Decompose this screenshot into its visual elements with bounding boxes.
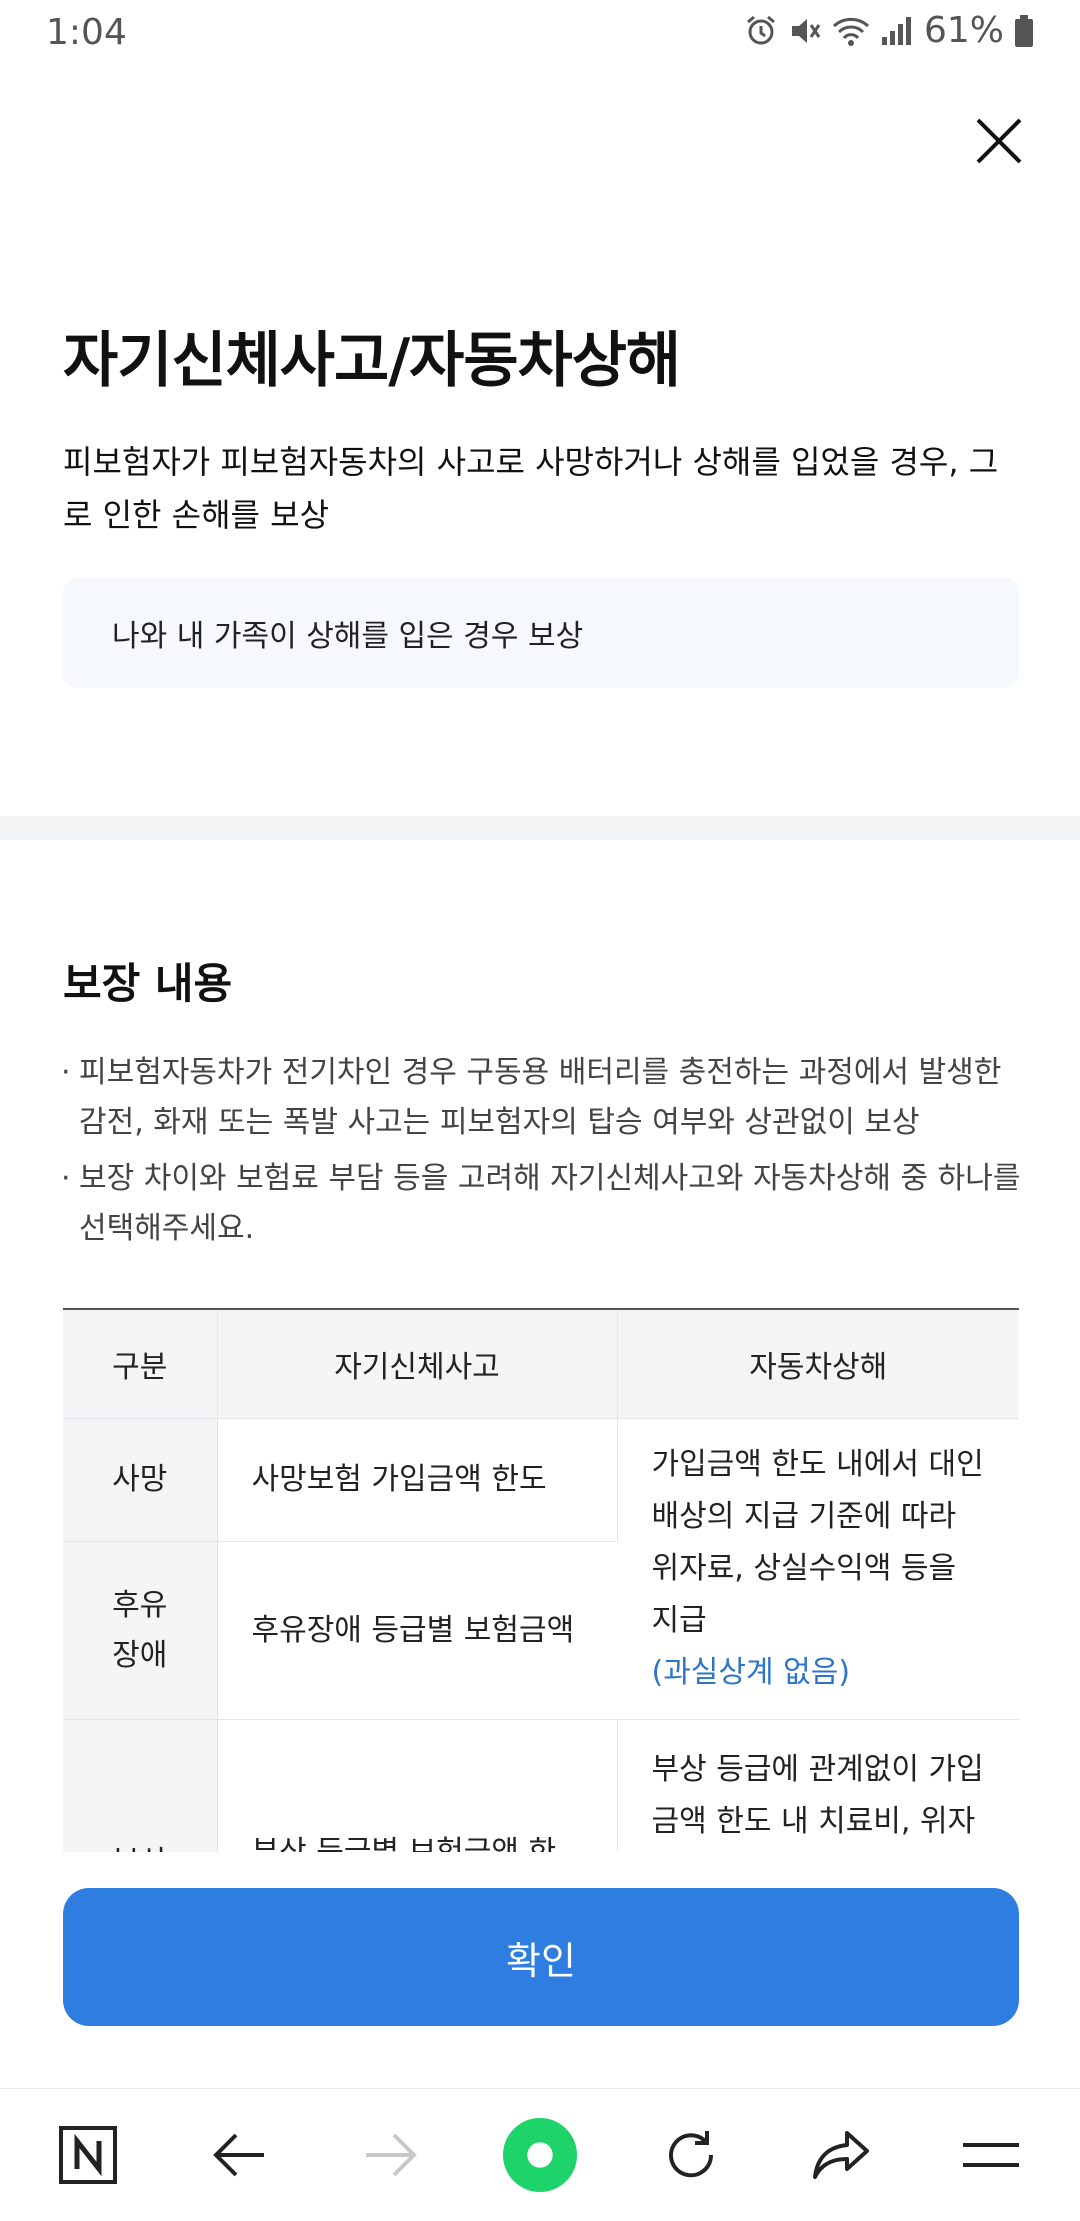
home-dot-icon [502,2117,578,2193]
modal-title: 자기신체사고/자동차상해 [63,326,681,396]
coverage-bullets: 피보험자동차가 전기차인 경우 구동용 배터리를 충전하는 과정에서 발생한 감… [61,1048,1023,1260]
mute-icon [791,18,821,43]
menu-button[interactable] [953,2117,1029,2193]
status-bar: 1:04 61% [0,0,1080,66]
green-dot-button[interactable] [502,2117,578,2193]
table-row: 사망 사망보험 가입금액 한도 가입금액 한도 내에서 대인배상의 지급 기준에… [63,1418,1019,1720]
battery-icon [1015,14,1033,47]
no-negligence-note: (과실상계 없음) [651,1655,851,1690]
table-header-row: 구분 자기신체사고 자동차상해 [63,1309,1019,1419]
info-note: 나와 내 가족이 상해를 입은 경우 보상 [63,578,1019,688]
table-row: 부상 부상 등급별 보험금액 한도 내 실제 치료비 부상 등급에 관계없이 가… [63,1719,1019,1852]
alarm-icon [747,15,775,44]
bullet-item: 피보험자동차가 전기차인 경우 구동용 배터리를 충전하는 과정에서 발생한 감… [61,1048,1023,1148]
cell-injury-self: 부상 등급별 보험금액 한도 내 실제 치료비 [217,1719,618,1852]
back-arrow-icon [213,2133,264,2177]
naver-home-button[interactable] [50,2117,126,2193]
cell-death-disability-auto: 가입금액 한도 내에서 대인배상의 지급 기준에 따라 위자료, 상실수익액 등… [617,1418,1019,1720]
battery-percent: 61% [923,10,1004,51]
browser-navbar [0,2088,1080,2221]
wifi-icon [832,17,870,46]
menu-icon [963,2143,1019,2167]
confirm-button[interactable]: 확인 [63,1888,1019,2026]
close-icon [976,118,1022,164]
forward-button[interactable] [352,2117,428,2193]
cell-disability-self: 후유장애 등급별 보험금액 [217,1541,617,1720]
header-category: 구분 [63,1309,218,1419]
header-auto-injury: 자동차상해 [617,1309,1019,1419]
row-label-injury: 부상 [63,1719,218,1852]
cell-injury-auto: 부상 등급에 관계없이 가입금액 한도 내 치료비, 위자료, 휴업손해 등 지… [617,1719,1019,1852]
section-divider [0,816,1080,840]
coverage-table: 구분 자기신체사고 자동차상해 사망 사망보험 가입금액 한도 가입금액 한도 … [63,1308,1019,1852]
coverage-table-scroll[interactable]: 구분 자기신체사고 자동차상해 사망 사망보험 가입금액 한도 가입금액 한도 … [63,1308,1019,1852]
signal-icon [881,16,911,45]
share-button[interactable] [803,2117,879,2193]
share-icon [813,2131,869,2179]
modal-description: 피보험자가 피보험자동차의 사고로 사망하거나 상해를 입었을 경우, 그로 인… [63,443,999,534]
row-label-disability: 후유 장애 [63,1541,218,1720]
refresh-icon [669,2131,714,2178]
n-logo-icon [59,2126,117,2184]
status-icons: 61% [744,10,1034,51]
row-label-death: 사망 [63,1418,218,1543]
merged-text: 가입금액 한도 내에서 대인배상의 지급 기준에 따라 위자료, 상실수익액 등… [651,1447,984,1638]
bullet-item: 보장 차이와 보험료 부담 등을 고려해 자기신체사고와 자동차상해 중 하나를… [61,1154,1023,1254]
info-note-text: 나와 내 가족이 상해를 입은 경우 보상 [112,619,584,654]
header-self-injury: 자기신체사고 [217,1309,618,1419]
refresh-button[interactable] [653,2117,729,2193]
cell-death-self: 사망보험 가입금액 한도 [217,1418,618,1543]
back-button[interactable] [202,2117,278,2193]
close-button[interactable] [972,114,1026,168]
coverage-heading: 보장 내용 [63,959,233,1008]
status-time: 1:04 [46,12,127,53]
forward-arrow-icon [366,2133,417,2177]
